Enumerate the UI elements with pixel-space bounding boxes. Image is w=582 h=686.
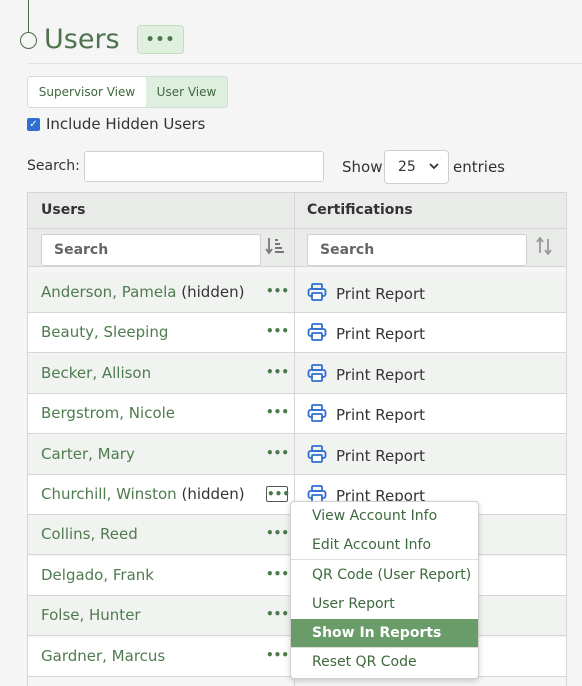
column-header-certifications[interactable]: Certifications bbox=[307, 202, 413, 218]
row-more-icon[interactable]: ••• bbox=[266, 526, 289, 542]
table-row: Carter, Mary ••• Print Report bbox=[28, 434, 566, 475]
menu-item-reset-qr-code[interactable]: Reset QR Code bbox=[291, 648, 478, 676]
menu-item-view-account-info[interactable]: View Account Info bbox=[291, 502, 478, 530]
row-more-icon[interactable]: ••• bbox=[266, 648, 289, 664]
menu-divider bbox=[291, 559, 478, 560]
include-hidden-users-toggle[interactable]: ✓ Include Hidden Users bbox=[27, 115, 205, 133]
user-name-text[interactable]: Beauty, Sleeping bbox=[41, 323, 168, 341]
user-name-text[interactable]: Churchill, Winston bbox=[41, 485, 177, 503]
users-filter-input[interactable]: Search bbox=[41, 234, 261, 266]
entries-select-value: 25 bbox=[398, 159, 416, 175]
table-row: Bergstrom, Nicole ••• Print Report bbox=[28, 394, 566, 435]
certifications-filter-input[interactable]: Search bbox=[307, 234, 527, 266]
user-name-text[interactable]: Delgado, Frank bbox=[41, 566, 154, 584]
row-more-icon[interactable]: ••• bbox=[266, 324, 289, 340]
table-row: Becker, Allison ••• Print Report bbox=[28, 353, 566, 394]
user-name-text[interactable]: Becker, Allison bbox=[41, 364, 151, 382]
user-name-text[interactable]: Folse, Hunter bbox=[41, 606, 141, 624]
printer-icon bbox=[307, 444, 336, 467]
title-divider bbox=[28, 63, 582, 64]
tree-connector-line bbox=[28, 0, 29, 32]
table-header-row: Users Certifications bbox=[28, 192, 566, 229]
user-name-link[interactable]: Anderson, Pamela (hidden) bbox=[41, 283, 244, 301]
page-more-button[interactable]: ••• bbox=[137, 25, 184, 54]
user-name-link[interactable]: Collins, Reed bbox=[41, 525, 138, 543]
view-toggle: Supervisor View User View bbox=[27, 76, 228, 108]
user-name-link[interactable]: Delgado, Frank bbox=[41, 566, 154, 584]
search-input[interactable] bbox=[84, 151, 324, 182]
menu-item-edit-account-info[interactable]: Edit Account Info bbox=[291, 531, 478, 559]
row-more-icon[interactable]: ••• bbox=[266, 567, 289, 583]
include-hidden-label: Include Hidden Users bbox=[46, 115, 206, 133]
search-label: Search: bbox=[27, 158, 80, 174]
sort-icon[interactable] bbox=[535, 236, 555, 259]
print-report-button[interactable]: Print Report bbox=[307, 283, 425, 305]
row-more-icon[interactable]: ••• bbox=[266, 284, 289, 300]
print-report-label: Print Report bbox=[336, 406, 425, 425]
row-more-icon[interactable]: ••• bbox=[266, 446, 289, 462]
print-report-button[interactable]: Print Report bbox=[307, 323, 425, 345]
print-report-label: Print Report bbox=[336, 325, 425, 344]
table-row: Beauty, Sleeping ••• Print Report bbox=[28, 313, 566, 354]
user-name-link[interactable]: Churchill, Winston (hidden) bbox=[41, 485, 245, 503]
row-more-icon[interactable]: ••• bbox=[266, 486, 290, 502]
sort-amount-down-icon[interactable] bbox=[265, 237, 285, 259]
user-name-text[interactable]: Collins, Reed bbox=[41, 525, 138, 543]
row-more-icon[interactable]: ••• bbox=[266, 607, 289, 623]
printer-icon bbox=[307, 404, 336, 426]
entries-label: entries bbox=[453, 158, 505, 176]
menu-item-qr-code[interactable]: QR Code (User Report) bbox=[291, 561, 478, 589]
print-report-label: Print Report bbox=[336, 285, 425, 303]
print-report-label: Print Report bbox=[336, 365, 425, 384]
user-name-link[interactable]: Gardner, Marcus bbox=[41, 647, 165, 665]
menu-item-user-report[interactable]: User Report bbox=[291, 590, 478, 618]
user-name-link[interactable]: Beauty, Sleeping bbox=[41, 323, 168, 341]
print-report-button[interactable]: Print Report bbox=[307, 363, 425, 386]
print-report-button[interactable]: Print Report bbox=[307, 404, 425, 426]
column-header-users[interactable]: Users bbox=[41, 202, 85, 218]
user-name-link[interactable]: Folse, Hunter bbox=[41, 606, 141, 624]
table-row: Anderson, Pamela (hidden) ••• Print Report bbox=[28, 273, 566, 313]
printer-icon bbox=[307, 363, 336, 386]
page-title: Users bbox=[44, 24, 120, 55]
print-report-label: Print Report bbox=[336, 446, 425, 465]
user-name-text[interactable]: Gardner, Marcus bbox=[41, 647, 165, 665]
menu-item-show-in-reports[interactable]: Show In Reports bbox=[291, 619, 478, 647]
printer-icon bbox=[307, 283, 336, 305]
row-more-icon[interactable]: ••• bbox=[266, 365, 289, 381]
tree-node-circle bbox=[20, 32, 37, 49]
user-view-button[interactable]: User View bbox=[146, 77, 227, 107]
chevron-down-icon bbox=[428, 160, 440, 175]
user-name-link[interactable]: Becker, Allison bbox=[41, 364, 151, 382]
hidden-badge: (hidden) bbox=[181, 283, 245, 301]
printer-icon bbox=[307, 323, 336, 345]
user-name-text[interactable]: Anderson, Pamela bbox=[41, 283, 176, 301]
user-name-link[interactable]: Carter, Mary bbox=[41, 445, 135, 463]
show-label: Show bbox=[342, 158, 383, 176]
hidden-badge: (hidden) bbox=[181, 485, 245, 503]
table-filter-row: Search Search bbox=[28, 229, 566, 267]
user-actions-menu: View Account Info Edit Account Info QR C… bbox=[290, 501, 479, 679]
entries-select[interactable]: 25 bbox=[384, 150, 449, 184]
print-report-button[interactable]: Print Report bbox=[307, 444, 425, 467]
supervisor-view-button[interactable]: Supervisor View bbox=[28, 77, 146, 107]
row-more-icon[interactable]: ••• bbox=[266, 405, 289, 421]
user-name-text[interactable]: Bergstrom, Nicole bbox=[41, 404, 175, 422]
user-name-link[interactable]: Bergstrom, Nicole bbox=[41, 404, 175, 422]
include-hidden-checkbox[interactable]: ✓ bbox=[27, 117, 40, 131]
user-name-text[interactable]: Carter, Mary bbox=[41, 445, 135, 463]
